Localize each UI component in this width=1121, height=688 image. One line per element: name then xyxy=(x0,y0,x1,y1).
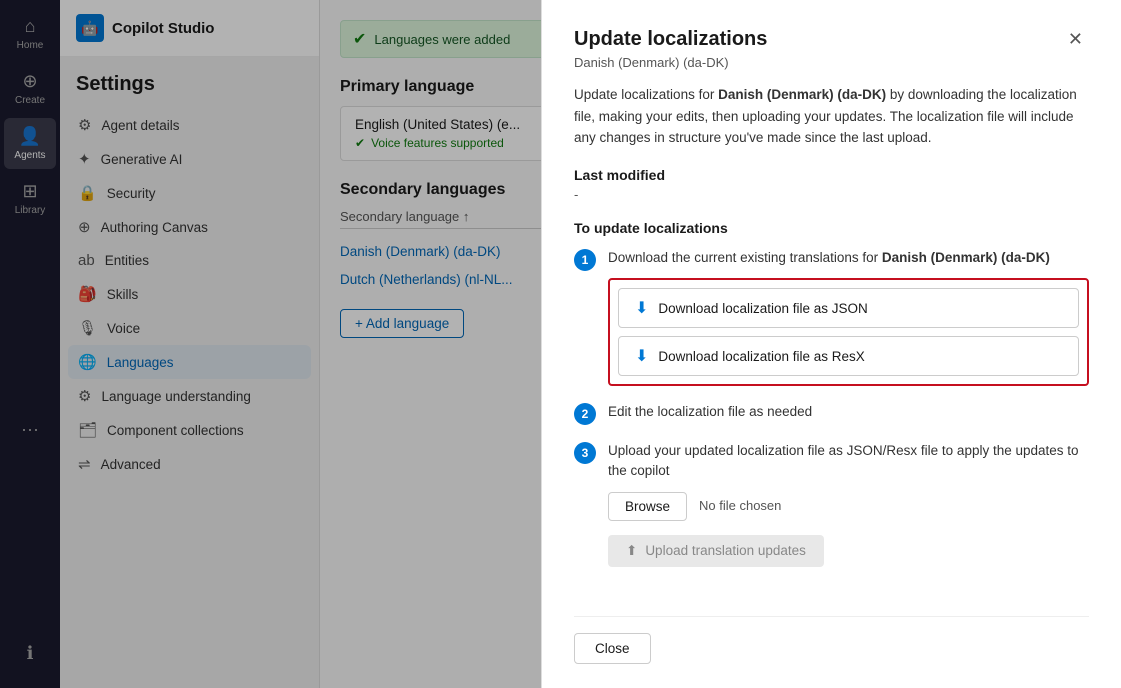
close-modal-button[interactable]: Close xyxy=(574,633,651,664)
upload-translation-button[interactable]: ⬆ Upload translation updates xyxy=(608,535,824,567)
modal-description: Update localizations for Danish (Denmark… xyxy=(574,84,1089,149)
step-1: 1 Download the current existing translat… xyxy=(574,248,1089,386)
step-3-content: Upload your updated localization file as… xyxy=(608,441,1089,567)
step-1-content: Download the current existing translatio… xyxy=(608,248,1089,386)
browse-button[interactable]: Browse xyxy=(608,492,687,521)
download-resx-icon: ⬇ xyxy=(635,346,648,366)
no-file-label: No file chosen xyxy=(699,496,781,516)
modal-header: Update localizations ✕ xyxy=(574,28,1089,51)
to-update-label: To update localizations xyxy=(574,220,1089,236)
modal-overlay: Update localizations ✕ Danish (Denmark) … xyxy=(0,0,1121,688)
modal-panel: Update localizations ✕ Danish (Denmark) … xyxy=(541,0,1121,688)
modal-subtitle: Danish (Denmark) (da-DK) xyxy=(574,55,1089,70)
last-modified-value: - xyxy=(574,187,1089,202)
modal-footer: Close xyxy=(574,616,1089,664)
step-2-number: 2 xyxy=(574,403,596,425)
download-buttons: ⬇ Download localization file as JSON ⬇ D… xyxy=(608,278,1089,386)
step-1-number: 1 xyxy=(574,249,596,271)
download-json-button[interactable]: ⬇ Download localization file as JSON xyxy=(618,288,1079,328)
step-2: 2 Edit the localization file as needed xyxy=(574,402,1089,425)
modal-title: Update localizations xyxy=(574,28,767,51)
browse-section: Browse No file chosen xyxy=(608,492,1089,521)
close-icon-button[interactable]: ✕ xyxy=(1062,28,1089,50)
step-3: 3 Upload your updated localization file … xyxy=(574,441,1089,567)
last-modified-label: Last modified xyxy=(574,167,1089,183)
step-2-content: Edit the localization file as needed xyxy=(608,402,1089,425)
upload-icon: ⬆ xyxy=(626,543,637,559)
download-json-icon: ⬇ xyxy=(635,298,648,318)
step-3-number: 3 xyxy=(574,442,596,464)
download-resx-button[interactable]: ⬇ Download localization file as ResX xyxy=(618,336,1079,376)
